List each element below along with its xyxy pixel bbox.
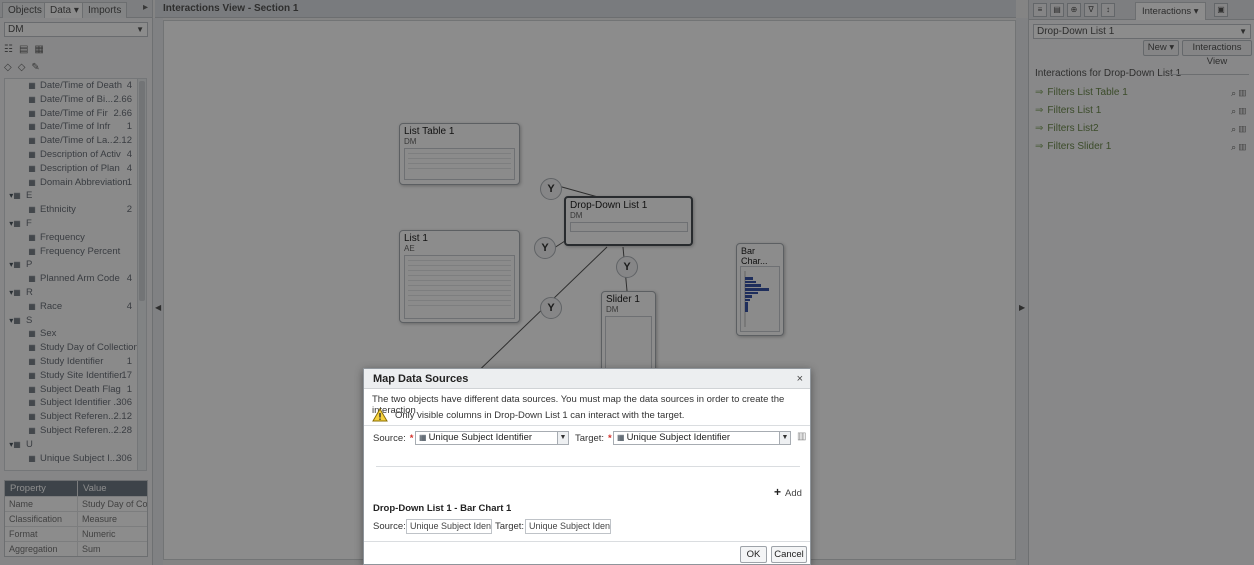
plus-icon: + <box>774 485 782 499</box>
delete-mapping-icon[interactable]: ▥ <box>797 431 806 442</box>
mapping-pair-title: Drop-Down List 1 - Bar Chart 1 <box>373 503 512 514</box>
pair-target-label: Target: <box>495 521 525 532</box>
pair-target-field: Unique Subject Identifi <box>525 519 611 534</box>
map-data-sources-dialog: Map Data Sources × The two objects have … <box>363 368 811 565</box>
warning-dot <box>379 418 381 420</box>
warning-mark <box>379 413 381 418</box>
dialog-warning: Only visible columns in Drop-Down List 1… <box>372 408 684 422</box>
dialog-title-bar: Map Data Sources × <box>364 369 810 389</box>
chevron-down-icon: ▼ <box>557 432 568 444</box>
mapping-divider <box>376 466 800 467</box>
target-column-value: Unique Subject Identifier <box>626 432 731 443</box>
warning-icon <box>372 408 388 422</box>
required-marker: * <box>409 433 414 444</box>
add-label: Add <box>785 488 802 499</box>
data-item-icon: ▦ <box>419 433 427 442</box>
dialog-title: Map Data Sources <box>373 373 469 385</box>
target-column-select[interactable]: ▦ Unique Subject Identifier ▼ <box>613 431 791 445</box>
data-item-icon: ▦ <box>617 433 625 442</box>
required-marker: * <box>608 433 612 444</box>
add-mapping-button[interactable]: + Add <box>774 485 802 499</box>
pair-source-label: Source: <box>373 521 406 532</box>
target-label-text: Target: <box>575 433 605 444</box>
dialog-divider <box>364 425 810 426</box>
warning-text: Only visible columns in Drop-Down List 1… <box>395 409 685 421</box>
ok-button[interactable]: OK <box>740 546 767 563</box>
cancel-button[interactable]: Cancel <box>771 546 807 563</box>
source-column-value: Unique Subject Identifier <box>428 432 533 443</box>
close-icon[interactable]: × <box>797 369 803 389</box>
source-label: Source: * <box>373 433 415 444</box>
source-column-select[interactable]: ▦ Unique Subject Identifier ▼ <box>415 431 569 445</box>
source-label-text: Source: <box>373 433 406 444</box>
target-label: Target: * <box>575 433 614 444</box>
pair-source-field: Unique Subject Identifi <box>406 519 492 534</box>
footer-divider <box>364 541 810 542</box>
chevron-down-icon: ▼ <box>779 432 790 444</box>
